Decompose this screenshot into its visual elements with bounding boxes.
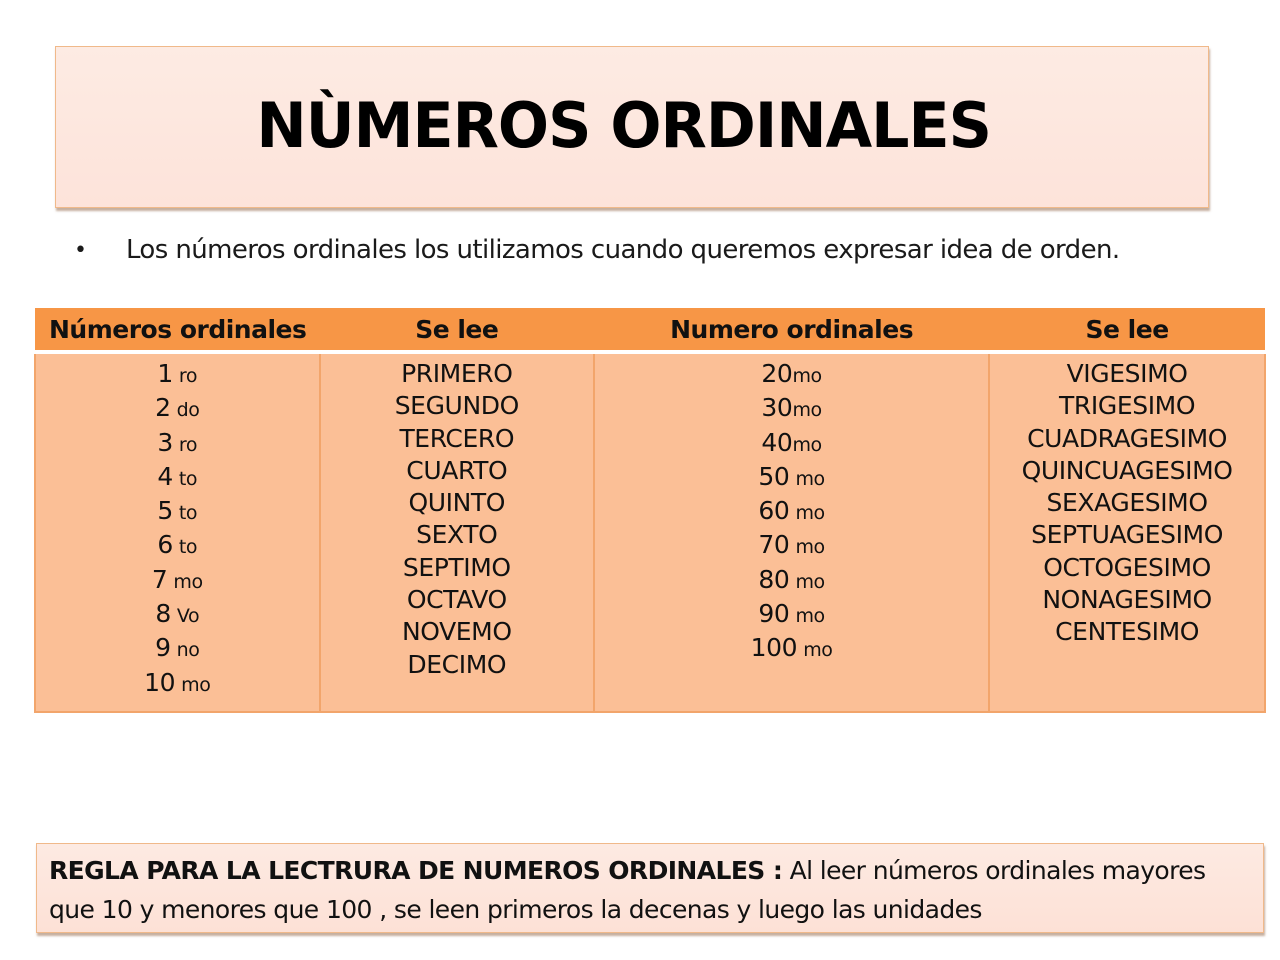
slide-title: NÙMEROS ORDINALES (256, 88, 993, 162)
intro-bullet: • Los números ordinales los utilizamos c… (74, 235, 1120, 265)
ordinal-suffix: to (178, 536, 198, 559)
ordinal-digit: 100 (750, 633, 798, 663)
ordinal-suffix: mo (792, 365, 822, 387)
ordinal-suffix: mo (173, 570, 203, 593)
ordinal-number: 40mo (595, 427, 988, 461)
ordinal-reading: CENTESIMO (1055, 617, 1200, 647)
ordinal-number: 4 to (36, 461, 319, 495)
ordinal-suffix: do (176, 399, 200, 422)
ordinal-number: 100 mo (595, 632, 988, 666)
ordinal-number: 2 do (36, 392, 319, 426)
ordinal-digit: 4 (157, 461, 173, 491)
ordinal-digit: 90 (758, 599, 790, 629)
left-readings-cell: PRIMERO SEGUNDO TERCERO CUARTO QUINTO SEXTO SE… (318, 352, 596, 713)
ordinal-digit: 70 (758, 530, 790, 560)
ordinal-number: 70 mo (595, 529, 988, 563)
ordinal-digit: 7 (151, 564, 168, 594)
ordinal-reading: OCTOGESIMO (1043, 552, 1211, 582)
ordinal-number: 3 ro (36, 427, 319, 461)
ordinal-digit: 2 (155, 393, 171, 423)
ordinal-reading: TERCERO (399, 423, 515, 453)
ordinal-reading: QUINTO (408, 488, 506, 518)
ordinal-suffix: mo (792, 433, 822, 456)
ordinal-reading: DECIMO (407, 649, 507, 679)
header-se-lee-2: Se lee (989, 308, 1265, 354)
ordinal-digit: 50 (758, 461, 790, 491)
ordinal-digit: 8 (155, 599, 171, 629)
ordinal-number: 10 mo (36, 667, 319, 701)
title-box: NÙMEROS ORDINALES (55, 46, 1209, 208)
ordinal-suffix: mo (803, 639, 833, 662)
rule-label: REGLA PARA LA LECTRURA DE NUMEROS ORDINA… (49, 856, 783, 885)
ordinal-number: 8 Vo (36, 598, 319, 632)
ordinal-number: 30mo (595, 392, 988, 426)
ordinal-reading: SEPTIMO (402, 552, 511, 582)
header-numero-ordinales: Numero ordinales (594, 308, 990, 354)
ordinal-reading: PRIMERO (401, 359, 513, 388)
ordinal-suffix: to (178, 467, 198, 490)
ordinal-reading: SEGUNDO (394, 391, 520, 421)
ordinal-reading: TRIGESIMO (1059, 391, 1196, 421)
ordinal-suffix: no (176, 639, 200, 662)
ordinal-digit: 60 (758, 496, 790, 526)
ordinal-digit: 10 (144, 667, 176, 697)
ordinal-number: 20mo (595, 358, 988, 392)
ordinal-reading: CUARTO (406, 455, 508, 485)
left-numbers-cell: 1 ro 2 do 3 ro 4 to 5 to 6 to 7 mo 8 Vo 9 no 10 mo (34, 352, 321, 713)
ordinal-reading: VIGESIMO (1066, 359, 1188, 388)
ordinal-reading: QUINCUAGESIMO (1021, 455, 1233, 485)
right-readings-cell: VIGESIMO TRIGESIMO CUADRAGESIMO QUINCUAGESI… (988, 352, 1266, 713)
ordinal-suffix: mo (795, 467, 825, 490)
ordinal-reading: SEXAGESIMO (1046, 488, 1209, 518)
ordinal-suffix: mo (795, 536, 825, 559)
bullet-dot-icon: • (74, 237, 87, 263)
ordinal-suffix: Vo (176, 605, 200, 628)
ordinal-reading: NOVEMO (401, 617, 512, 647)
ordinal-number: 9 no (36, 632, 319, 666)
ordinal-number: 7 mo (36, 564, 319, 598)
ordinal-reading: NONAGESIMO (1042, 585, 1212, 615)
right-numbers-cell: 20mo 30mo 40mo 50 mo 60 mo 70 mo 80 mo 90 mo 100 mo (593, 352, 991, 713)
ordinal-digit: 3 (157, 427, 173, 457)
ordinal-suffix: mo (795, 502, 825, 525)
ordinal-number: 5 to (36, 495, 319, 529)
ordinal-number: 50 mo (595, 461, 988, 495)
header-se-lee-1: Se lee (319, 308, 595, 354)
ordinal-reading: OCTAVO (406, 585, 507, 615)
table-header-row: Números ordinales Se lee Numero ordinale… (35, 308, 1265, 354)
ordinal-number: 1 ro (36, 358, 319, 392)
ordinal-suffix: mo (795, 570, 825, 593)
ordinals-table: Números ordinales Se lee Numero ordinale… (34, 308, 1266, 713)
ordinal-digit: 20 (761, 359, 793, 388)
ordinal-digit: 30 (761, 393, 793, 423)
intro-text: Los números ordinales los utilizamos cua… (126, 235, 1120, 265)
ordinal-digit: 80 (758, 564, 790, 594)
ordinal-digit: 40 (761, 427, 793, 457)
ordinal-suffix: to (178, 502, 198, 525)
ordinal-suffix: mo (181, 673, 211, 696)
header-numeros-ordinales: Números ordinales (35, 308, 320, 354)
ordinal-number: 60 mo (595, 495, 988, 529)
ordinal-digit: 9 (155, 633, 171, 663)
ordinal-number: 90 mo (595, 598, 988, 632)
ordinal-reading: SEXTO (416, 520, 498, 550)
ordinal-digit: 5 (157, 496, 173, 526)
ordinal-reading: CUADRAGESIMO (1027, 423, 1228, 453)
ordinal-suffix: ro (178, 433, 198, 456)
ordinal-number: 80 mo (595, 564, 988, 598)
ordinal-digit: 1 (157, 359, 173, 388)
ordinal-number: 6 to (36, 529, 319, 563)
ordinal-suffix: ro (178, 365, 198, 387)
table-row: 1 ro 2 do 3 ro 4 to 5 to 6 to 7 mo 8 Vo 9 no 10 mo PRIMERO S… (34, 352, 1266, 713)
ordinal-suffix: mo (795, 605, 825, 628)
ordinal-reading: SEPTUAGESIMO (1031, 520, 1223, 550)
rule-box: REGLA PARA LA LECTRURA DE NUMEROS ORDINA… (36, 843, 1264, 933)
ordinal-digit: 6 (157, 530, 173, 560)
ordinal-suffix: mo (792, 399, 822, 422)
